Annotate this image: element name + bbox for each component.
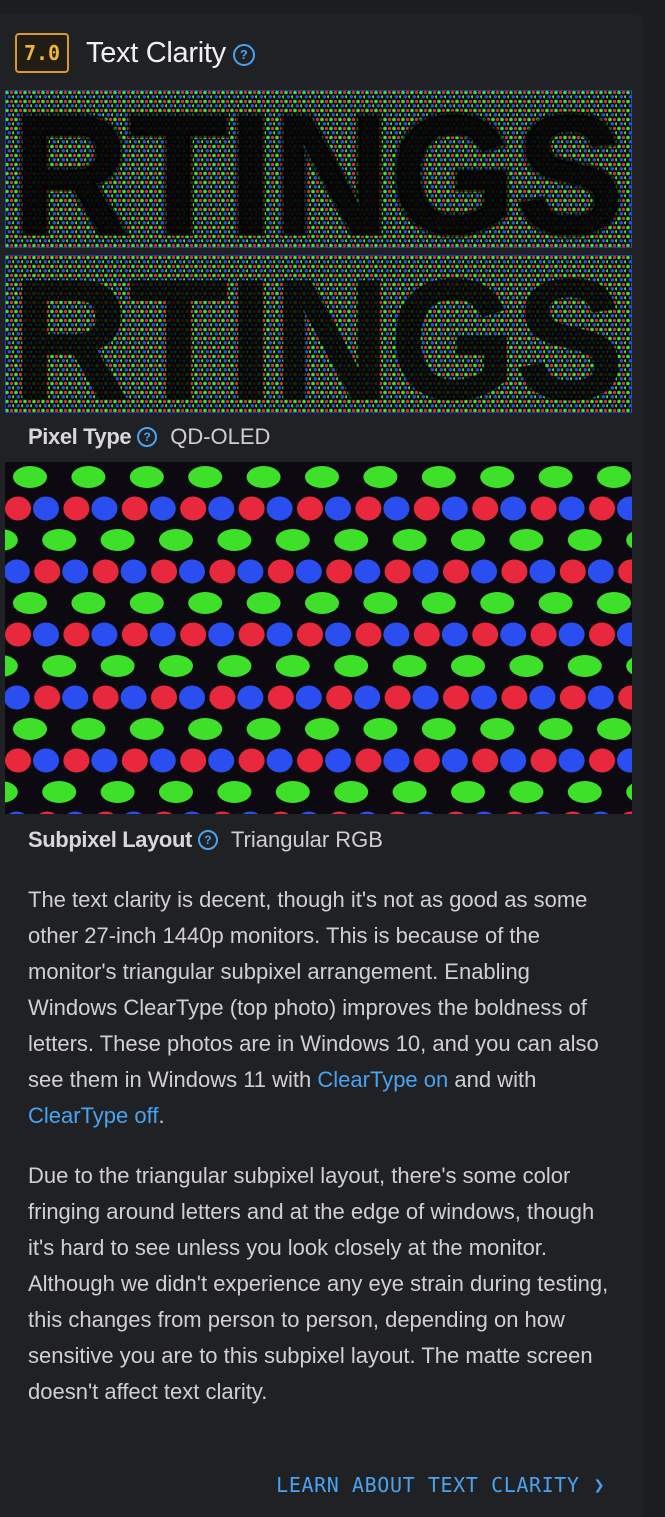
help-icon[interactable]: ? xyxy=(232,43,255,66)
learn-more-label: LEARN ABOUT TEXT CLARITY xyxy=(276,1473,580,1497)
help-icon[interactable]: ? xyxy=(137,427,158,447)
spec-subpixel-layout: Subpixel Layout ? Triangular RGB xyxy=(28,827,383,853)
cleartype-on-photo: RTINGS xyxy=(5,90,632,248)
chevron-right-icon: ❯ xyxy=(593,1474,605,1496)
cleartype-off-photo: RTINGS xyxy=(5,255,632,413)
spec-value: Triangular RGB xyxy=(230,827,383,852)
subpixel-macro-photo xyxy=(5,462,632,814)
paragraph-text: and with xyxy=(448,1067,537,1092)
spec-label: Pixel Type xyxy=(28,424,132,449)
help-icon[interactable]: ? xyxy=(197,830,218,850)
paragraph-text: The text clarity is decent, though it's … xyxy=(28,887,599,1092)
cleartype-sample-text: RTINGS xyxy=(12,90,624,248)
section-title: Text Clarity xyxy=(86,36,226,69)
cleartype-sample-text: RTINGS xyxy=(12,255,624,413)
paragraph-text: . xyxy=(158,1103,165,1128)
spec-label: Subpixel Layout xyxy=(28,827,192,852)
spec-pixel-type: Pixel Type ? QD-OLED xyxy=(28,424,270,450)
cleartype-off-link[interactable]: ClearType off xyxy=(28,1103,158,1128)
cleartype-on-link[interactable]: ClearType on xyxy=(317,1067,448,1092)
description-paragraph-2: Due to the triangular subpixel layout, t… xyxy=(28,1163,609,1404)
description-paragraph: The text clarity is decent, though it's … xyxy=(28,882,618,1134)
learn-more-link[interactable]: LEARN ABOUT TEXT CLARITY ❯ xyxy=(276,1473,605,1497)
score-badge: 7.0 xyxy=(15,33,69,73)
spec-value: QD-OLED xyxy=(170,424,271,449)
section-header: 7.0 Text Clarity ? xyxy=(15,30,255,76)
